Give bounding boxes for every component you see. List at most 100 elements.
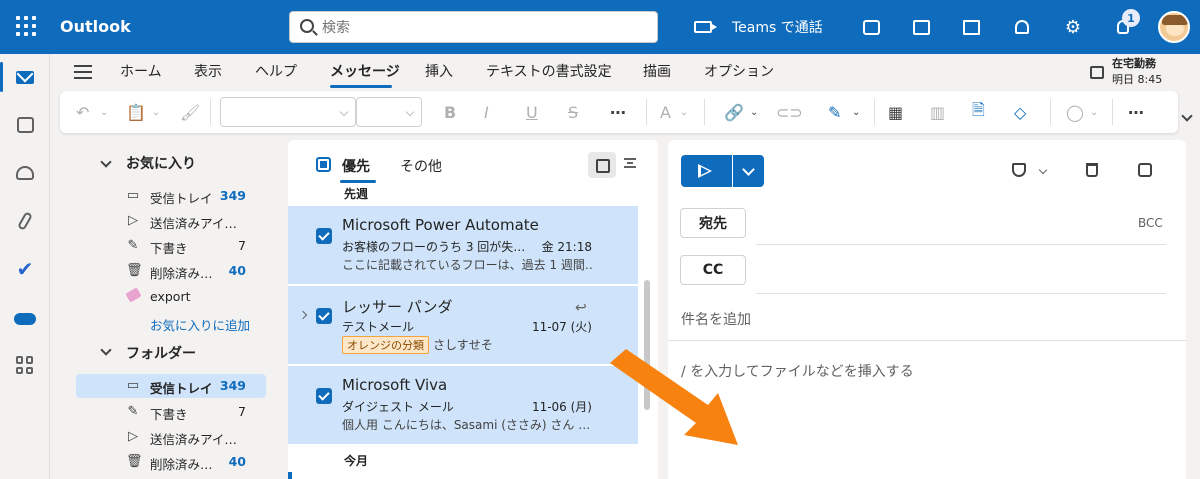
folder-inbox[interactable]: ▭ 受信トレイ 349 [76,374,266,398]
styles-dropdown-icon[interactable]: ⌄ [680,100,688,124]
link-icon[interactable]: ⊂⊃ [776,100,803,124]
more-options-icon[interactable]: ⋯ [1128,100,1144,124]
shield-icon[interactable] [1012,163,1026,177]
paste-dropdown-icon[interactable]: ⌄ [152,100,160,124]
favorite-drafts[interactable]: ✎ 下書き 7 [76,234,266,258]
apps-grid-icon[interactable]: ▦ [888,100,903,124]
apps-icon[interactable] [12,352,38,378]
folder-deleted[interactable]: 🗑 削除済み… 40 [76,450,266,474]
app-title[interactable]: Outlook [60,17,131,36]
tab-options[interactable]: オプション [704,61,774,81]
calendar-icon[interactable] [12,112,38,138]
loop-icon[interactable]: ◇ [1014,100,1026,124]
message-checkbox[interactable] [316,388,332,404]
teams-call-button[interactable]: Teams で通話 [694,14,823,40]
chat-icon[interactable] [860,16,882,38]
search-box[interactable] [289,11,658,43]
attachment-icon[interactable] [12,208,38,234]
work-status-time: 明日 8:45 [1112,73,1163,86]
tab-message[interactable]: メッセージ [330,61,400,81]
document-icon[interactable]: 🗎 [972,100,985,124]
tab-focused[interactable]: 優先 [342,156,370,176]
folders-header[interactable]: フォルダー [126,343,196,363]
office-icon[interactable] [910,16,932,38]
undo-icon[interactable]: ↶ [76,100,89,124]
teams-call-label: Teams で通話 [732,20,823,36]
list-item[interactable]: レッサー パンダ ↩ テストメール 11-07 (火) オレンジの分類 さしすせそ [288,286,638,364]
folder-sent[interactable]: ▷ 送信済みアイ… [76,425,266,449]
to-button[interactable]: 宛先 [680,208,746,238]
list-item[interactable]: Microsoft Power Automate お客様のフローのうち 3 回が… [288,206,638,284]
list-item[interactable]: Microsoft Viva ダイジェスト メール 11-06 (月) 個人用 … [288,366,638,444]
favorite-export[interactable]: export [76,285,266,309]
tab-home[interactable]: ホーム [120,61,162,81]
favorites-header[interactable]: お気に入り [126,153,196,173]
gear-icon[interactable]: ⚙ [1062,16,1084,38]
tab-view[interactable]: 表示 [194,61,222,81]
subject-field[interactable]: 件名を追加 [681,309,751,329]
trash-icon[interactable] [1086,163,1098,177]
copilot-icon[interactable]: ◯ [1066,100,1084,124]
task-icon[interactable] [960,16,982,38]
send-button[interactable] [681,155,732,187]
tab-help[interactable]: ヘルプ [255,61,297,81]
chevron-right-icon[interactable] [298,310,308,320]
tab-insert[interactable]: 挿入 [425,61,453,81]
strikethrough-icon[interactable]: S [568,100,578,124]
mail-icon[interactable] [12,64,38,90]
chevron-down-icon[interactable] [100,156,112,168]
favorite-inbox[interactable]: ▭ 受信トレイ 349 [76,184,266,208]
draft-count: 7 [238,404,246,419]
copilot-dropdown-icon[interactable]: ⌄ [1090,100,1098,124]
popout-icon[interactable] [1138,163,1152,177]
bold-icon[interactable]: B [444,100,456,124]
search-input[interactable] [322,18,642,38]
work-status[interactable]: 在宅勤務 明日 8:45 [1112,56,1162,88]
bell-icon[interactable] [1011,16,1033,38]
more-format-icon[interactable]: ⋯ [610,100,626,124]
toolbar-divider [646,99,647,125]
undo-dropdown-icon[interactable]: ⌄ [100,100,108,124]
app-launcher-icon[interactable] [16,16,36,36]
selection-mode-button[interactable] [588,152,616,178]
tag-icon [124,287,142,304]
favorite-deleted[interactable]: 🗑 削除済み… 40 [76,259,266,283]
select-all-checkbox[interactable] [316,157,331,172]
filter-icon[interactable] [624,158,636,168]
cc-field-line [756,293,1166,294]
font-family-select[interactable] [220,97,356,127]
hamburger-icon[interactable] [74,65,92,79]
tab-other[interactable]: その他 [400,156,442,176]
attach-icon[interactable]: 🔗 [724,100,744,124]
attach-dropdown-icon[interactable]: ⌄ [750,100,758,124]
font-size-select[interactable] [356,97,422,127]
onedrive-icon[interactable] [12,306,38,332]
folder-label: export [150,289,191,304]
folder-label: 送信済みアイ… [150,216,237,231]
chevron-down-icon[interactable] [1038,165,1048,175]
favorite-sent[interactable]: ▷ 送信済みアイ… [76,209,266,233]
chevron-down-icon[interactable] [100,344,112,356]
avatar[interactable] [1158,11,1190,43]
add-favorite-link[interactable]: お気に入りに追加 [150,315,250,334]
ribbon-expand-icon[interactable] [1181,110,1193,122]
paste-icon[interactable]: 📋 [126,100,146,124]
underline-icon[interactable]: U [526,100,538,124]
format-painter-icon[interactable]: 🖌 [180,100,200,124]
chart-icon[interactable]: ▥ [930,100,945,124]
todo-icon[interactable]: ✔ [12,256,38,282]
bcc-link[interactable]: BCC [1138,216,1163,230]
message-checkbox[interactable] [316,228,332,244]
message-checkbox[interactable] [316,308,332,324]
people-icon[interactable] [12,160,38,186]
send-options-button[interactable] [733,155,764,187]
styles-icon[interactable]: A [660,100,671,124]
rail-active-indicator [0,62,3,92]
signature-dropdown-icon[interactable]: ⌄ [852,100,860,124]
cc-button[interactable]: CC [680,255,746,285]
signature-icon[interactable]: ✎ [828,100,841,124]
tab-format-text[interactable]: テキストの書式設定 [486,61,612,81]
tab-draw[interactable]: 描画 [643,61,671,81]
folder-drafts[interactable]: ✎ 下書き 7 [76,400,266,424]
italic-icon[interactable]: I [484,100,489,124]
